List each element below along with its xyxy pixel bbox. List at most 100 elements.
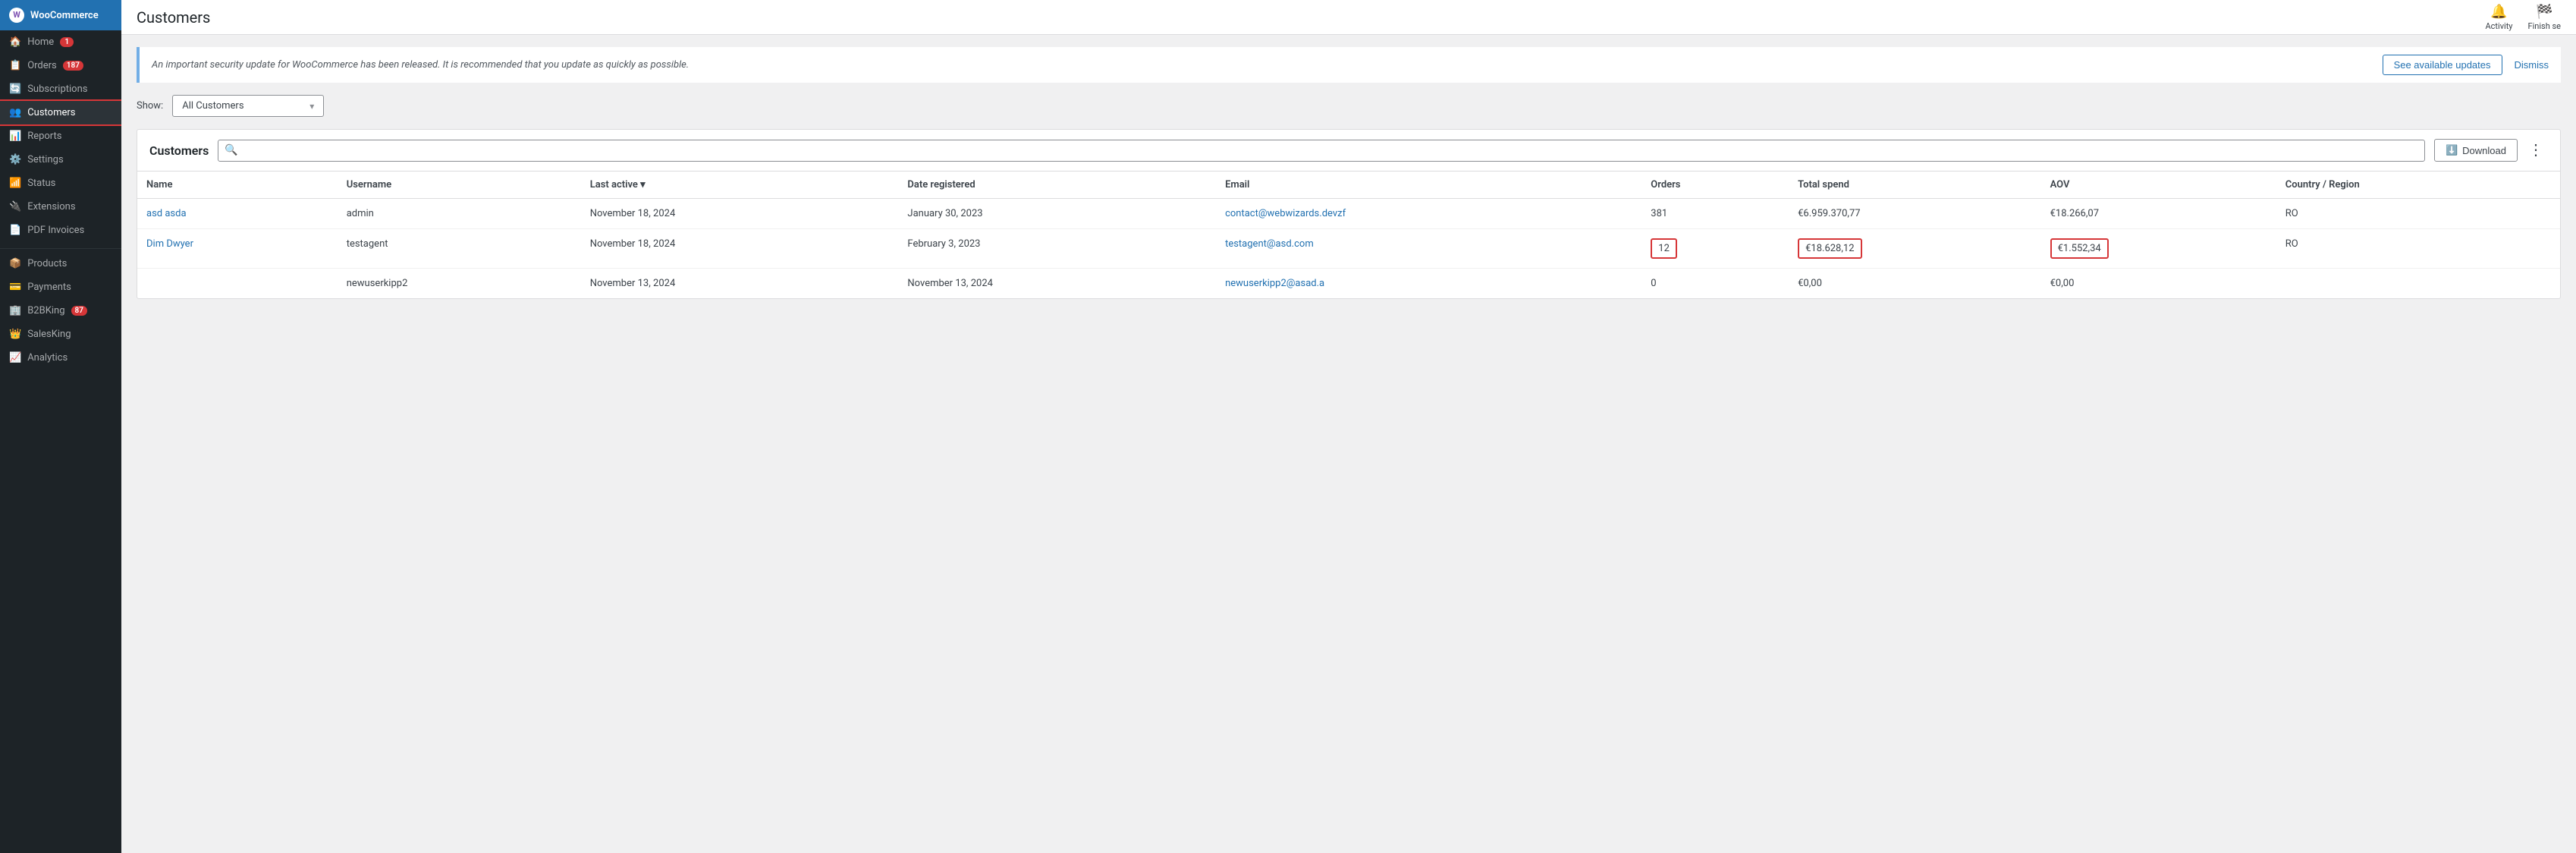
sidebar-label-payments: Payments — [27, 282, 71, 293]
sidebar-label-subscriptions: Subscriptions — [27, 83, 87, 95]
reports-icon: 📊 — [9, 131, 21, 142]
download-button[interactable]: ⬇️ Download — [2434, 139, 2518, 162]
col-total-spend: Total spend — [1789, 172, 2041, 199]
table-actions: ⬇️ Download ⋮ — [2434, 139, 2548, 162]
sidebar-item-subscriptions[interactable]: 🔄 Subscriptions — [0, 77, 121, 101]
sidebar-item-home[interactable]: 🏠 Home 1 — [0, 30, 121, 54]
subscriptions-icon: 🔄 — [9, 83, 21, 95]
sidebar-item-orders[interactable]: 📋 Orders 187 — [0, 54, 121, 77]
see-updates-button[interactable]: See available updates — [2383, 55, 2502, 75]
cell-total_spend: €6.959.370,77 — [1789, 199, 2041, 229]
col-last-active[interactable]: Last active ▾ — [581, 172, 899, 199]
cell-orders: 0 — [1641, 269, 1789, 299]
page-title: Customers — [137, 8, 210, 27]
col-username: Username — [338, 172, 581, 199]
products-icon: 📦 — [9, 258, 21, 269]
col-country: Country / Region — [2276, 172, 2560, 199]
cell-aov: €0,00 — [2041, 269, 2276, 299]
cell-name[interactable]: Dim Dwyer — [137, 229, 338, 269]
col-orders: Orders — [1641, 172, 1789, 199]
table-row: newuserkipp2November 13, 2024November 13… — [137, 269, 2560, 299]
sidebar-item-salesking[interactable]: 👑 SalesKing — [0, 323, 121, 346]
woocommerce-logo[interactable]: W WooCommerce — [0, 0, 121, 30]
sidebar-item-customers[interactable]: 👥 Customers — [0, 101, 121, 124]
sidebar-item-status[interactable]: 📶 Status — [0, 172, 121, 195]
sidebar-item-analytics[interactable]: 📈 Analytics — [0, 346, 121, 370]
cell-username: newuserkipp2 — [338, 269, 581, 299]
search-input[interactable] — [218, 140, 2425, 162]
cell-date_registered: February 3, 2023 — [898, 229, 1216, 269]
content-area: Show: All Customers ▾ Customers 🔍 ⬇️ Dow… — [121, 83, 2576, 311]
col-name: Name — [137, 172, 338, 199]
customers-table-card: Customers 🔍 ⬇️ Download ⋮ Name — [137, 129, 2561, 299]
sidebar: W WooCommerce 🏠 Home 1 📋 Orders 187 🔄 Su… — [0, 0, 121, 853]
cell-username: admin — [338, 199, 581, 229]
col-email: Email — [1216, 172, 1641, 199]
pdf-icon: 📄 — [9, 225, 21, 236]
top-bar: Customers 🔔 Activity 🏁 Finish se — [121, 0, 2576, 35]
b2bking-badge: 87 — [71, 306, 87, 316]
customers-table: Name Username Last active ▾ Date registe… — [137, 172, 2560, 298]
dismiss-button[interactable]: Dismiss — [2515, 55, 2549, 74]
sidebar-label-status: Status — [27, 178, 55, 189]
sidebar-label-b2bking: B2BKing — [27, 305, 64, 316]
cell-last_active: November 13, 2024 — [581, 269, 899, 299]
cell-orders: 381 — [1641, 199, 1789, 229]
cell-total_spend: €0,00 — [1789, 269, 2041, 299]
cell-username: testagent — [338, 229, 581, 269]
cell-email[interactable]: newuserkipp2@asad.a — [1216, 269, 1641, 299]
analytics-icon: 📈 — [9, 352, 21, 364]
finish-setup-button[interactable]: 🏁 Finish se — [2528, 4, 2561, 31]
sidebar-item-reports[interactable]: 📊 Reports — [0, 124, 121, 148]
sidebar-label-reports: Reports — [27, 131, 61, 142]
search-icon: 🔍 — [225, 144, 237, 156]
cell-orders: 12 — [1641, 229, 1789, 269]
sidebar-item-products[interactable]: 📦 Products — [0, 252, 121, 275]
finish-label: Finish se — [2528, 21, 2561, 31]
table-row: Dim DwyertestagentNovember 18, 2024Febru… — [137, 229, 2560, 269]
sidebar-item-payments[interactable]: 💳 Payments — [0, 275, 121, 299]
customers-icon: 👥 — [9, 107, 21, 118]
sort-icon: ▾ — [640, 179, 646, 190]
sidebar-item-b2bking[interactable]: 🏢 B2BKing 87 — [0, 299, 121, 323]
table-header: Customers 🔍 ⬇️ Download ⋮ — [137, 130, 2560, 172]
show-label: Show: — [137, 100, 163, 112]
activity-button[interactable]: 🔔 Activity — [2486, 4, 2513, 31]
top-bar-right: 🔔 Activity 🏁 Finish se — [2486, 4, 2562, 31]
sidebar-label-extensions: Extensions — [27, 201, 75, 212]
download-label: Download — [2462, 145, 2506, 156]
search-wrap: 🔍 — [218, 140, 2425, 162]
sidebar-logo-label: WooCommerce — [30, 10, 99, 21]
cell-country: RO — [2276, 199, 2560, 229]
cell-aov: €18.266,07 — [2041, 199, 2276, 229]
activity-icon: 🔔 — [2490, 4, 2507, 20]
sidebar-item-pdf-invoices[interactable]: 📄 PDF Invoices — [0, 219, 121, 242]
cell-country — [2276, 269, 2560, 299]
sidebar-label-analytics: Analytics — [27, 352, 68, 364]
cell-last_active: November 18, 2024 — [581, 199, 899, 229]
extensions-icon: 🔌 — [9, 201, 21, 212]
sidebar-item-settings[interactable]: ⚙️ Settings — [0, 148, 121, 172]
download-icon: ⬇️ — [2446, 144, 2458, 156]
orders-icon: 📋 — [9, 60, 21, 71]
cell-email[interactable]: testagent@asd.com — [1216, 229, 1641, 269]
orders-badge: 187 — [63, 61, 83, 71]
cell-name[interactable]: asd asda — [137, 199, 338, 229]
cell-date_registered: November 13, 2024 — [898, 269, 1216, 299]
alert-text: An important security update for WooComm… — [152, 59, 2370, 71]
sidebar-label-pdf: PDF Invoices — [27, 225, 84, 236]
cell-name[interactable] — [137, 269, 338, 299]
sidebar-label-home: Home — [27, 36, 54, 48]
alert-banner: An important security update for WooComm… — [137, 47, 2561, 83]
filter-selected-value: All Customers — [182, 100, 243, 112]
sidebar-label-salesking: SalesKing — [27, 329, 71, 340]
cell-date_registered: January 30, 2023 — [898, 199, 1216, 229]
table-row: asd asdaadminNovember 18, 2024January 30… — [137, 199, 2560, 229]
more-options-button[interactable]: ⋮ — [2524, 141, 2548, 159]
sidebar-item-extensions[interactable]: 🔌 Extensions — [0, 195, 121, 219]
col-aov: AOV — [2041, 172, 2276, 199]
cell-country: RO — [2276, 229, 2560, 269]
show-filter-row: Show: All Customers ▾ — [137, 95, 2561, 117]
cell-email[interactable]: contact@webwizards.devzf — [1216, 199, 1641, 229]
filter-select[interactable]: All Customers ▾ — [172, 95, 324, 117]
